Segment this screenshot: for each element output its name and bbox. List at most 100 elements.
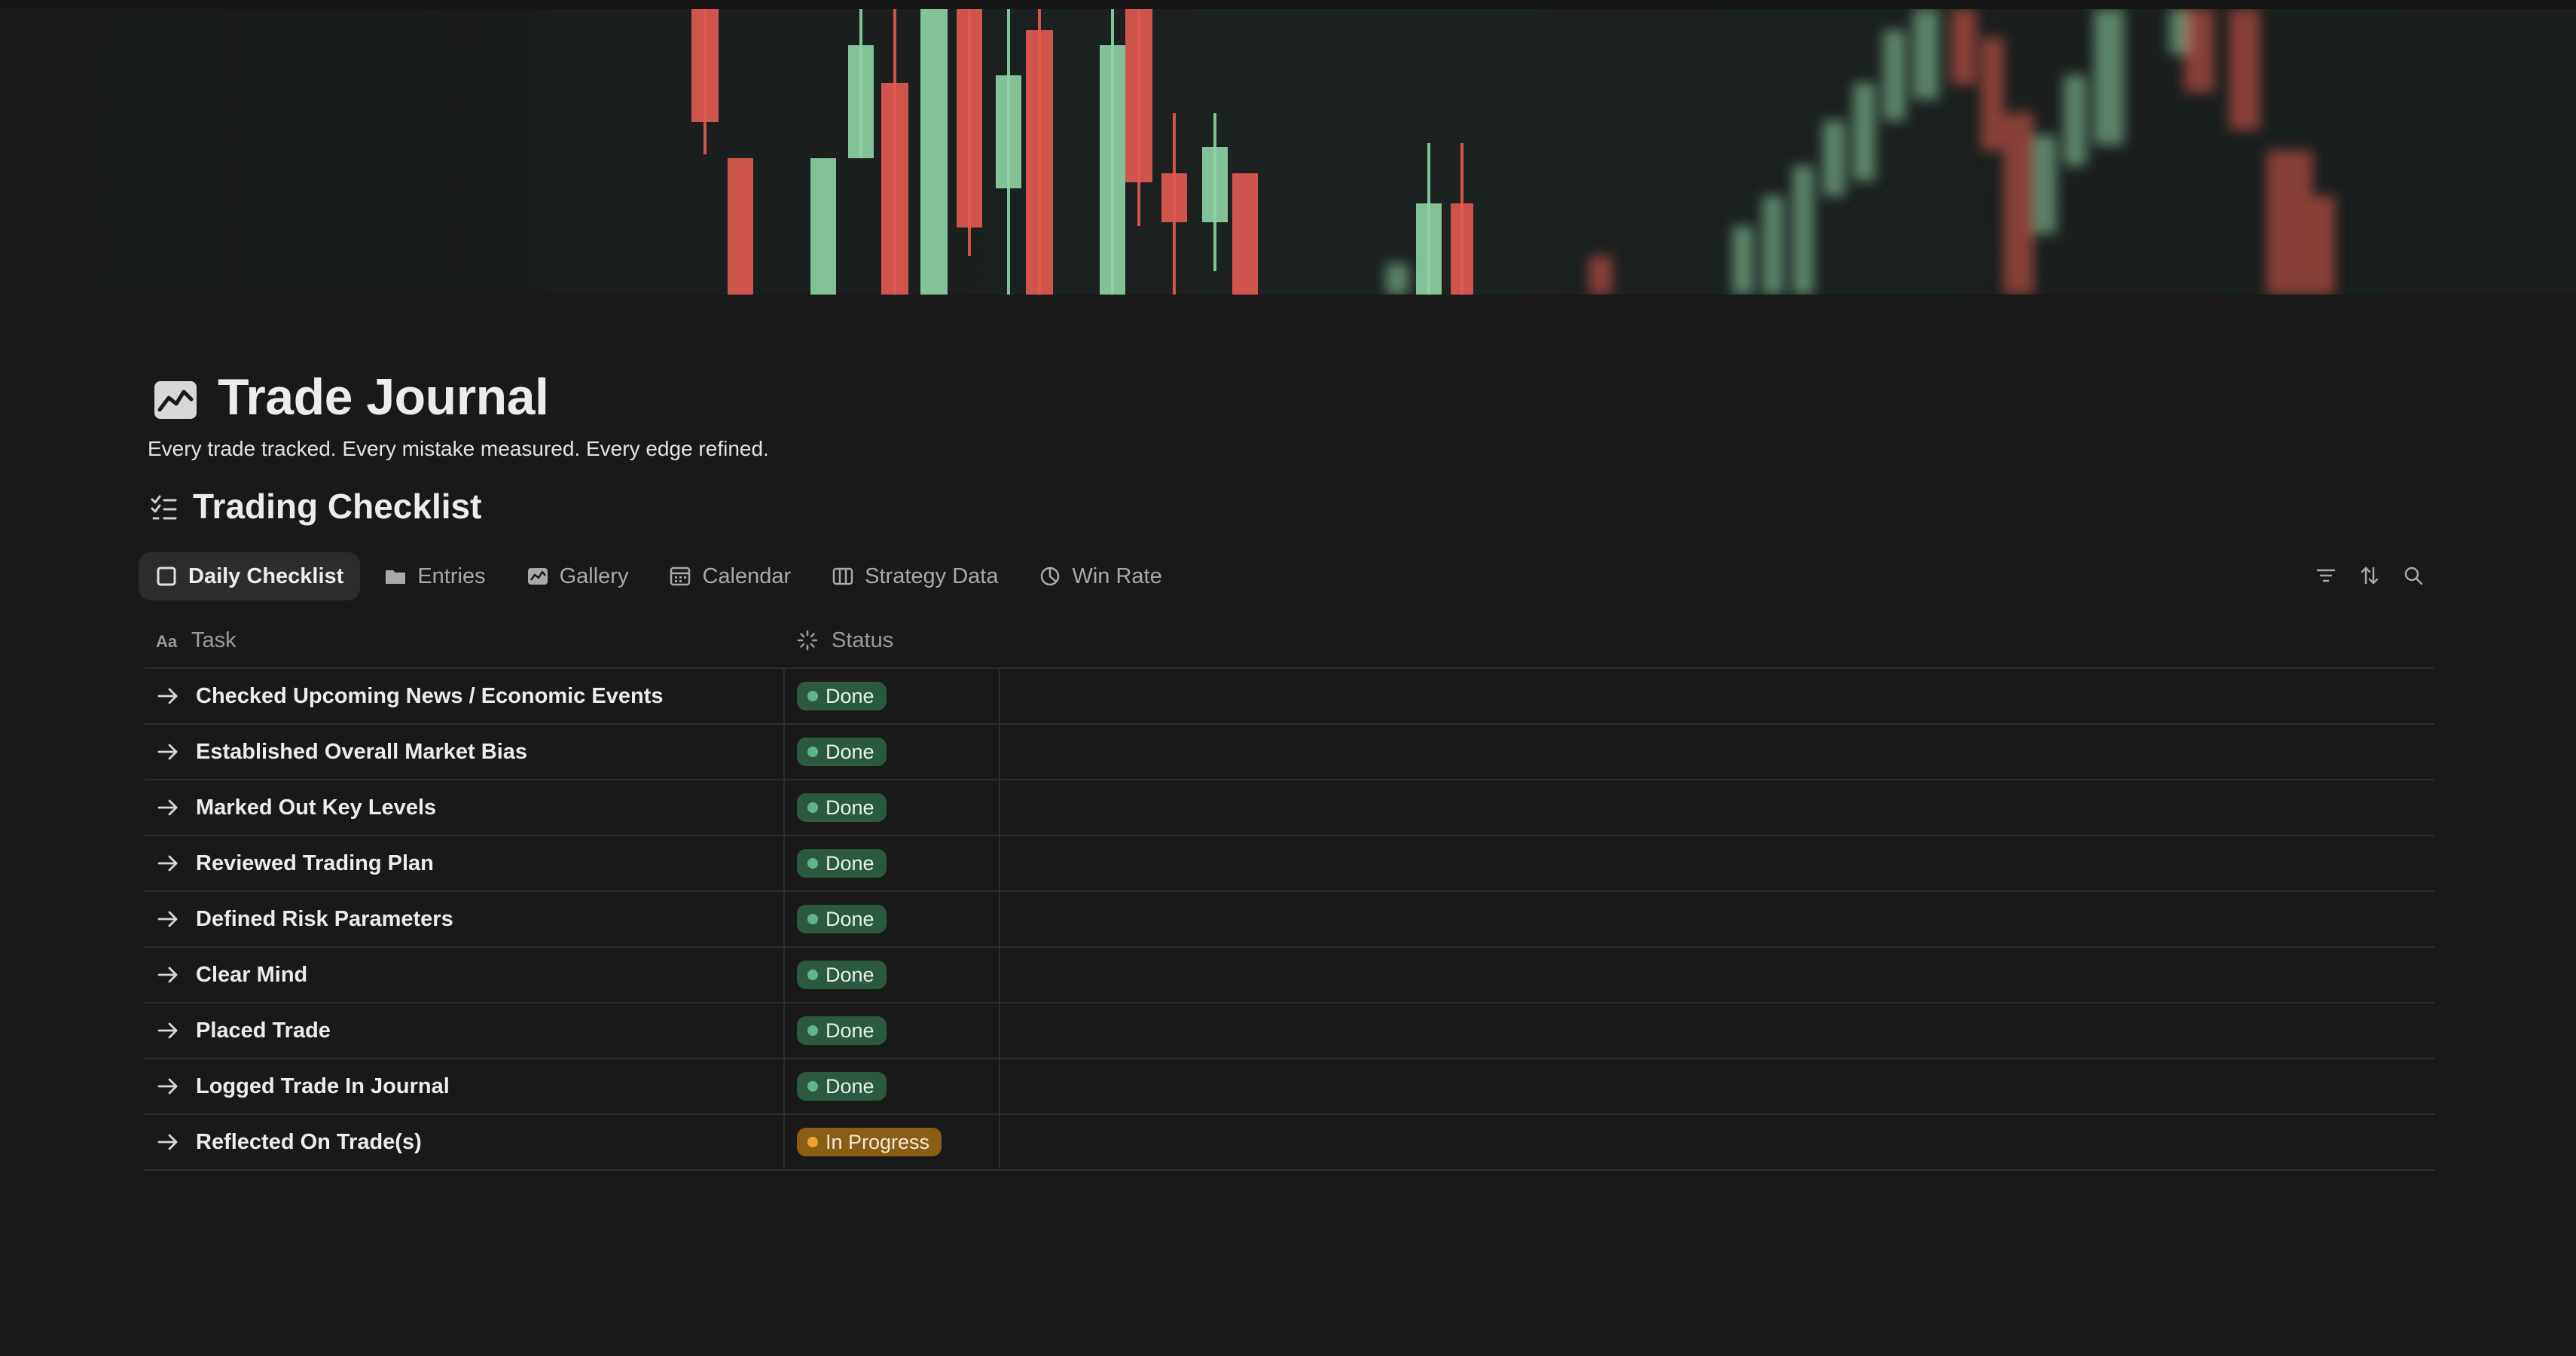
status-label: Done xyxy=(826,684,874,707)
status-badge: Done xyxy=(797,682,887,710)
column-header-empty xyxy=(1000,613,2434,667)
table-row[interactable]: Reviewed Trading Plan Done xyxy=(145,836,2434,892)
candle xyxy=(1026,9,1053,295)
task-cell[interactable]: Checked Upcoming News / Economic Events xyxy=(145,669,785,723)
status-dot xyxy=(807,1025,818,1036)
status-label: In Progress xyxy=(826,1130,930,1153)
tab-strategy-data[interactable]: Strategy Data xyxy=(815,552,1015,600)
table-row[interactable]: Established Overall Market Bias Done xyxy=(145,725,2434,780)
task-cell[interactable]: Reflected On Trade(s) xyxy=(145,1115,785,1169)
checklist-table: Aa Task Status Checked Upcoming News / E… xyxy=(145,613,2434,1171)
status-cell[interactable]: Done xyxy=(785,780,1000,835)
table-row[interactable]: Placed Trade Done xyxy=(145,1003,2434,1059)
arrow-right-icon xyxy=(155,795,181,820)
page-title: Trade Journal xyxy=(218,368,549,426)
task-name: Checked Upcoming News / Economic Events xyxy=(196,683,664,708)
arrow-right-icon xyxy=(155,1129,181,1155)
pie-icon xyxy=(1041,567,1060,586)
chart-icon xyxy=(527,568,548,585)
status-cell[interactable]: Done xyxy=(785,948,1000,1002)
task-name: Defined Risk Parameters xyxy=(196,906,453,931)
tab-label: Win Rate xyxy=(1072,563,1162,588)
filter-icon[interactable] xyxy=(2314,563,2338,588)
tab-daily-checklist[interactable]: Daily Checklist xyxy=(139,552,361,600)
calendar-icon xyxy=(670,567,691,586)
status-cell[interactable]: Done xyxy=(785,669,1000,723)
tab-win-rate[interactable]: Win Rate xyxy=(1022,552,1178,600)
task-cell[interactable]: Established Overall Market Bias xyxy=(145,725,785,779)
status-cell[interactable]: Done xyxy=(785,892,1000,946)
status-dot xyxy=(807,858,818,869)
table-row[interactable]: Clear Mind Done xyxy=(145,948,2434,1003)
candle xyxy=(2312,196,2335,295)
arrow-right-icon xyxy=(155,851,181,876)
page-description: Every trade tracked. Every mistake measu… xyxy=(148,437,769,460)
candle xyxy=(810,158,836,295)
table-row[interactable]: Logged Trade In Journal Done xyxy=(145,1059,2434,1115)
cover-image xyxy=(0,0,2576,295)
status-badge: Done xyxy=(797,1016,887,1045)
candle xyxy=(1589,256,1612,295)
sort-icon[interactable] xyxy=(2358,563,2382,588)
task-cell[interactable]: Reviewed Trading Plan xyxy=(145,836,785,890)
status-label: Done xyxy=(826,796,874,819)
candle xyxy=(1981,38,2004,151)
tab-entries[interactable]: Entries xyxy=(368,552,502,600)
table-row[interactable]: Marked Out Key Levels Done xyxy=(145,780,2434,836)
task-name: Reviewed Trading Plan xyxy=(196,851,434,875)
database-title[interactable]: Trading Checklist xyxy=(193,486,481,527)
candle xyxy=(1793,166,1814,295)
candle xyxy=(1100,9,1125,295)
tab-label: Daily Checklist xyxy=(188,563,344,588)
table-row[interactable]: Checked Upcoming News / Economic Events … xyxy=(145,669,2434,725)
status-cell[interactable]: Done xyxy=(785,1059,1000,1113)
candle xyxy=(2004,113,2034,294)
columns-icon xyxy=(832,567,853,585)
status-cell[interactable]: In Progress xyxy=(785,1115,1000,1169)
task-cell[interactable]: Logged Trade In Journal xyxy=(145,1059,785,1113)
task-name: Reflected On Trade(s) xyxy=(196,1129,422,1154)
task-cell[interactable]: Clear Mind xyxy=(145,948,785,1002)
svg-text:Aa: Aa xyxy=(156,632,178,651)
table-header: Aa Task Status xyxy=(145,613,2434,669)
candle xyxy=(2034,136,2056,234)
tab-gallery[interactable]: Gallery xyxy=(510,552,646,600)
tab-label: Gallery xyxy=(559,563,629,588)
candlestick-cover xyxy=(0,0,2576,295)
task-name: Established Overall Market Bias xyxy=(196,739,528,764)
empty-cell xyxy=(1000,1059,2434,1113)
column-header-status[interactable]: Status xyxy=(785,613,1000,667)
status-badge: Done xyxy=(797,960,887,989)
candle xyxy=(2267,151,2312,295)
tab-calendar[interactable]: Calendar xyxy=(652,552,807,600)
folder-icon xyxy=(386,570,406,584)
chart-icon[interactable] xyxy=(152,377,199,423)
task-name: Logged Trade In Journal xyxy=(196,1074,450,1098)
status-cell[interactable]: Done xyxy=(785,725,1000,779)
search-icon[interactable] xyxy=(2401,563,2425,588)
candle xyxy=(2064,75,2086,166)
status-cell[interactable]: Done xyxy=(785,1003,1000,1058)
empty-cell xyxy=(1000,669,2434,723)
empty-cell xyxy=(1000,780,2434,835)
status-dot xyxy=(807,914,818,924)
task-cell[interactable]: Placed Trade xyxy=(145,1003,785,1058)
empty-cell xyxy=(1000,1115,2434,1169)
status-badge: Done xyxy=(797,849,887,878)
candle xyxy=(1913,9,1939,99)
task-cell[interactable]: Marked Out Key Levels xyxy=(145,780,785,835)
arrow-right-icon xyxy=(155,739,181,765)
status-badge: Done xyxy=(797,905,887,933)
empty-cell xyxy=(1000,892,2434,946)
task-cell[interactable]: Defined Risk Parameters xyxy=(145,892,785,946)
candle xyxy=(2230,9,2260,130)
column-header-task[interactable]: Aa Task xyxy=(145,613,785,667)
table-row[interactable]: Reflected On Trade(s) In Progress xyxy=(145,1115,2434,1171)
cover-top-band xyxy=(0,0,2576,9)
candle xyxy=(2094,9,2124,145)
table-row[interactable]: Defined Risk Parameters Done xyxy=(145,892,2434,948)
candle xyxy=(1853,83,1876,181)
arrow-right-icon xyxy=(155,1018,181,1043)
candle xyxy=(1732,226,1753,295)
status-cell[interactable]: Done xyxy=(785,836,1000,890)
